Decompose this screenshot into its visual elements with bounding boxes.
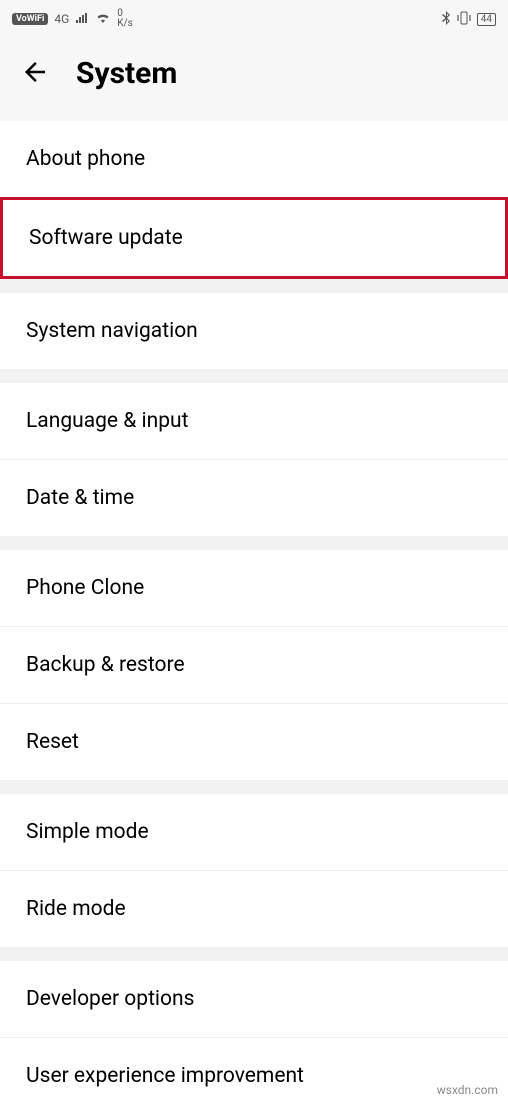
settings-group: Developer optionsUser experience improve… (0, 961, 508, 1114)
settings-item-simple-mode[interactable]: Simple mode (0, 794, 508, 871)
settings-item-reset[interactable]: Reset (0, 704, 508, 780)
watermark: wsxdn.com (437, 1083, 498, 1097)
battery-indicator: 44 (477, 13, 496, 26)
settings-item-user-experience-improvement[interactable]: User experience improvement (0, 1038, 508, 1114)
bluetooth-icon (441, 11, 451, 28)
settings-item-phone-clone[interactable]: Phone Clone (0, 550, 508, 627)
settings-group: Phone CloneBackup & restoreReset (0, 550, 508, 780)
status-bar: VoWiFi 4G 0 K/s 44 (0, 0, 508, 38)
settings-item-about-phone[interactable]: About phone (0, 121, 508, 197)
settings-item-ride-mode[interactable]: Ride mode (0, 871, 508, 947)
signal-icon (75, 12, 89, 27)
settings-group: Language & inputDate & time (0, 383, 508, 536)
settings-list: About phoneSoftware update System navigat… (0, 121, 508, 1114)
settings-item-date-time[interactable]: Date & time (0, 460, 508, 536)
status-left: VoWiFi 4G 0 K/s (12, 9, 133, 29)
settings-group: About phone (0, 121, 508, 197)
settings-item-backup-restore[interactable]: Backup & restore (0, 627, 508, 704)
settings-item-software-update[interactable]: Software update (3, 200, 505, 276)
settings-group: System navigation (0, 293, 508, 369)
settings-item-system-navigation[interactable]: System navigation (0, 293, 508, 369)
vowifi-badge: VoWiFi (12, 13, 48, 25)
settings-item-developer-options[interactable]: Developer options (0, 961, 508, 1038)
data-speed: 0 K/s (117, 9, 133, 29)
network-type: 4G (54, 12, 69, 26)
status-right: 44 (441, 11, 496, 28)
settings-item-language-input[interactable]: Language & input (0, 383, 508, 460)
settings-group: Simple modeRide mode (0, 794, 508, 947)
back-arrow-icon[interactable] (20, 57, 50, 91)
wifi-icon (95, 12, 111, 27)
settings-group: Software update (0, 197, 508, 279)
page-title: System (76, 56, 177, 91)
vibrate-icon (457, 11, 471, 28)
header: System (0, 38, 508, 121)
